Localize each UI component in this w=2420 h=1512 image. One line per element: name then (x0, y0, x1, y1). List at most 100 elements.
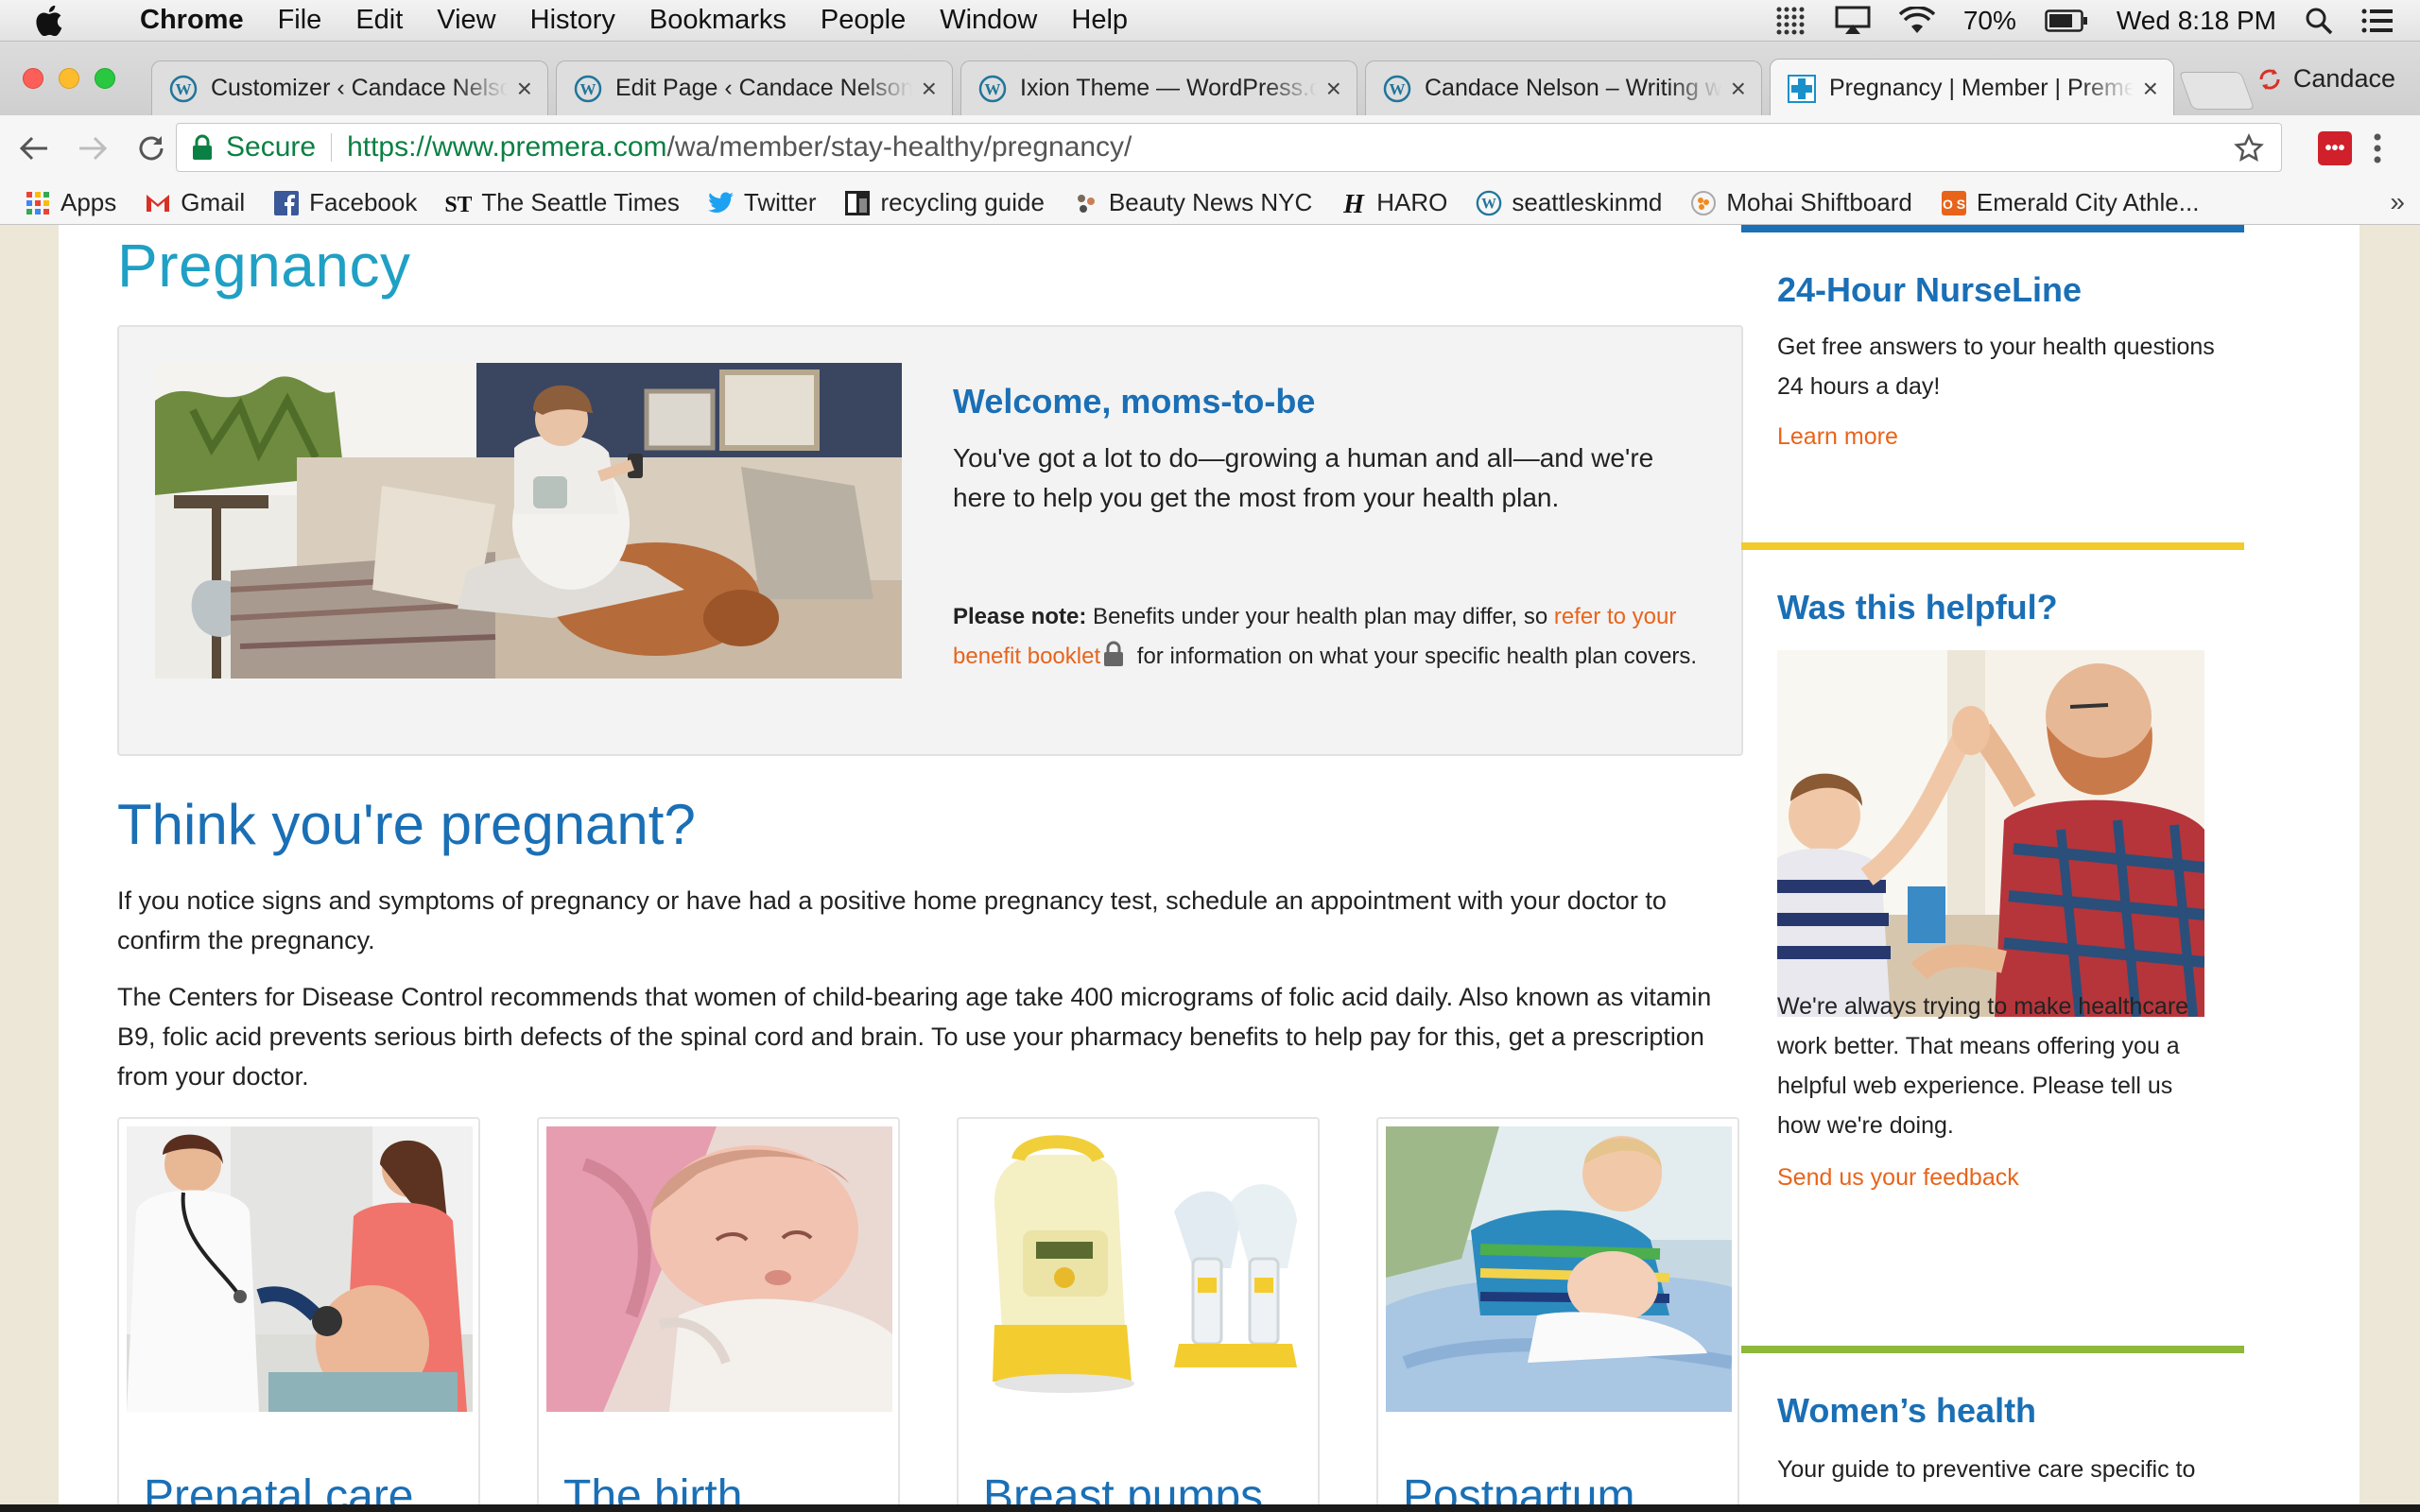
womens-health-accent-bar (1741, 1346, 2244, 1353)
clock[interactable]: Wed 8:18 PM (2117, 6, 2276, 36)
bookmark-beauty-news[interactable]: Beauty News NYC (1073, 188, 1312, 217)
close-window-button[interactable] (23, 68, 43, 89)
reload-button[interactable] (132, 129, 170, 167)
dots-grid-icon[interactable] (1774, 5, 1806, 37)
apple-icon[interactable] (36, 5, 74, 36)
profile-sync-icon (2259, 68, 2280, 90)
bookmark-seattleskinmd[interactable]: W seattleskinmd (1476, 188, 1662, 217)
card-prenatal-care[interactable]: Prenatal care (117, 1117, 480, 1512)
benefits-note: Please note: Benefits under your health … (953, 597, 1709, 680)
minimize-window-button[interactable] (59, 68, 79, 89)
tab-customizer[interactable]: W Customizer ‹ Candace Nelson — WordPres… (151, 60, 548, 115)
bookmark-recycling-guide[interactable]: recycling guide (844, 188, 1045, 217)
tab-ixion-theme[interactable]: W Ixion Theme — WordPress.com × (960, 60, 1357, 115)
bookmark-facebook[interactable]: Facebook (273, 188, 417, 217)
send-feedback-link[interactable]: Send us your feedback (1777, 1164, 2244, 1192)
address-divider (331, 133, 333, 162)
nurseline-accent-bar (1741, 225, 2244, 232)
secure-lock-icon[interactable] (192, 134, 213, 161)
haro-icon: H (1340, 190, 1367, 216)
card-postpartum[interactable]: Postpartum (1376, 1117, 1739, 1512)
twitter-bird-icon (707, 190, 735, 216)
womens-health-text: Your guide to preventive care specific t… (1777, 1456, 2196, 1483)
card-breast-pumps[interactable]: Breast pumps (957, 1117, 1320, 1512)
bookmark-label: Gmail (181, 188, 246, 216)
breast-pump-image (966, 1126, 1312, 1412)
premera-logo-icon (1788, 74, 1816, 103)
pregnancy-signs-paragraph: If you notice signs and symptoms of preg… (117, 886, 1667, 954)
tab-close-icon[interactable]: × (1731, 74, 1746, 104)
tab-close-icon[interactable]: × (2143, 74, 2158, 104)
window-controls (23, 68, 115, 89)
bookmark-gmail[interactable]: Gmail (145, 188, 245, 217)
profile-button[interactable]: Candace (2257, 64, 2395, 94)
lastpass-extension-icon[interactable]: ••• (2318, 131, 2352, 165)
bookmark-apps[interactable]: Apps (25, 188, 116, 217)
note-text-after: for information on what your specific he… (1131, 644, 1698, 669)
menu-app-name[interactable]: Chrome (102, 5, 261, 36)
bookmark-label: HARO (1376, 188, 1448, 216)
tab-close-icon[interactable]: × (1326, 74, 1341, 104)
nurseline-learn-more-link[interactable]: Learn more (1777, 423, 2244, 451)
svg-text:W: W (580, 80, 596, 98)
wordpress-icon: W (978, 75, 1007, 102)
bookmark-twitter[interactable]: Twitter (707, 188, 817, 217)
newborn-baby-image (546, 1126, 892, 1412)
menu-people[interactable]: People (804, 5, 923, 36)
wifi-icon[interactable] (1898, 7, 1935, 35)
chrome-menu-icon[interactable] (2373, 132, 2382, 169)
menu-bookmarks[interactable]: Bookmarks (632, 5, 804, 36)
menu-view[interactable]: View (420, 5, 512, 36)
menu-history[interactable]: History (513, 5, 632, 36)
bookmark-label: Twitter (743, 188, 817, 216)
gmail-icon (145, 190, 171, 216)
spotlight-search-icon[interactable] (2305, 7, 2333, 35)
wordpress-icon: W (169, 75, 198, 102)
nurseline-title[interactable]: 24-Hour NurseLine (1777, 270, 2244, 310)
bookmarks-overflow-button[interactable]: » (2390, 187, 2405, 217)
bookmark-emerald-city-athletics[interactable]: O S Emerald City Athle... (1941, 188, 2199, 217)
bookmarks-bar: Apps Gmail Facebook ST The Seattle Times… (0, 181, 2420, 225)
tab-edit-page[interactable]: W Edit Page ‹ Candace Nelson — WordPress… (556, 60, 953, 115)
beauty-news-icon (1073, 190, 1099, 216)
zoom-window-button[interactable] (95, 68, 115, 89)
tab-pregnancy-active[interactable]: Pregnancy | Member | Premera × (1770, 59, 2174, 117)
bookmark-mohai-shiftboard[interactable]: Mohai Shiftboard (1690, 188, 1912, 217)
profile-name: Candace (2292, 64, 2395, 93)
womens-health-title[interactable]: Women’s health (1777, 1391, 2244, 1431)
menu-edit[interactable]: Edit (338, 5, 420, 36)
bookmark-label: The Seattle Times (481, 188, 680, 216)
tab-close-icon[interactable]: × (517, 74, 532, 104)
address-bar[interactable]: Secure https://www.premera.com/wa/member… (176, 123, 2282, 172)
helpful-title: Was this helpful? (1777, 588, 2058, 627)
notification-center-icon[interactable] (2361, 8, 2394, 34)
tab-candace-writing[interactable]: W Candace Nelson – Writing w × (1365, 60, 1762, 115)
bookmark-star-icon[interactable] (2234, 133, 2264, 171)
pregnant-woman-couch-image (155, 363, 902, 679)
card-the-birth[interactable]: The birth (537, 1117, 900, 1512)
menu-file[interactable]: File (261, 5, 339, 36)
bookmark-label: seattleskinmd (1512, 188, 1663, 216)
father-son-high-five-image (1777, 650, 2204, 1017)
menu-help[interactable]: Help (1054, 5, 1145, 36)
svg-text:H: H (1342, 190, 1365, 216)
bookmark-seattle-times[interactable]: ST The Seattle Times (445, 188, 680, 217)
airplay-icon[interactable] (1835, 6, 1871, 36)
wordpress-icon: W (574, 75, 602, 102)
back-button[interactable] (15, 129, 53, 167)
wordpress-icon: W (1383, 75, 1411, 102)
new-tab-button[interactable] (2178, 72, 2256, 110)
page-title: Pregnancy (117, 232, 411, 300)
forward-button[interactable] (74, 129, 112, 167)
bookmark-haro[interactable]: H HARO (1340, 188, 1447, 217)
menu-window[interactable]: Window (923, 5, 1054, 36)
tab-close-icon[interactable]: × (922, 74, 937, 104)
reload-icon (139, 136, 164, 161)
tab-strip: W Customizer ‹ Candace Nelson — WordPres… (0, 42, 2420, 117)
sidebar-womens-health: Women’s health Your guide to preventive … (1741, 1346, 2244, 1489)
bookmark-label: recycling guide (880, 188, 1045, 216)
mac-menubar: Chrome File Edit View History Bookmarks … (0, 0, 2420, 42)
tab-title: Customizer ‹ Candace Nelson — WordPress (211, 75, 508, 101)
battery-icon[interactable] (2045, 9, 2088, 32)
browser-toolbar: Secure https://www.premera.com/wa/member… (0, 115, 2420, 181)
